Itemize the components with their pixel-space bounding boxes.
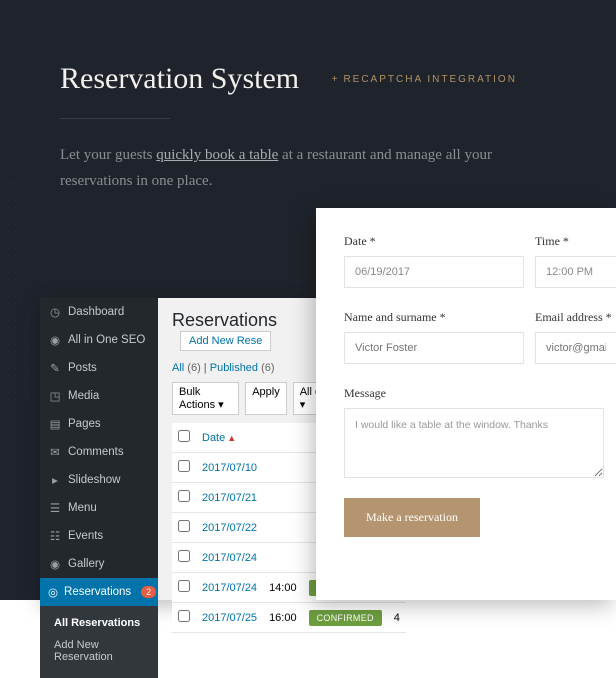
message-label: Message	[344, 386, 604, 401]
submit-button[interactable]: Make a reservation	[344, 498, 480, 537]
message-input[interactable]: I would like a table at the window. Than…	[344, 408, 604, 478]
wp-admin-panel: ◷ Dashboard ◉ All in One SEO ✎ Posts ◳ Media ▤ Pa…	[40, 298, 330, 600]
menu-icon: ☰	[48, 501, 62, 515]
filter-bar: All (6) | Published (6)	[172, 362, 330, 374]
sidebar-sub-all-reservations[interactable]: All Reservations	[40, 612, 158, 634]
media-icon: ◳	[48, 389, 62, 403]
sidebar-item-reservations[interactable]: ◎ Reservations 2	[40, 578, 158, 606]
sidebar-item-label: Pages	[68, 418, 101, 430]
name-input[interactable]	[344, 332, 524, 364]
sidebar-item-media[interactable]: ◳ Media	[40, 382, 158, 410]
name-label: Name and surname *	[344, 310, 524, 325]
row-time	[263, 513, 303, 543]
sidebar-item-label: Menu	[68, 502, 97, 514]
sidebar-badge: 2	[141, 586, 156, 598]
page-title: Reservations	[172, 310, 277, 331]
row-checkbox[interactable]	[178, 580, 190, 592]
row-time: 16:00	[263, 603, 303, 633]
row-num: 4	[388, 603, 406, 633]
select-all-checkbox[interactable]	[178, 430, 190, 442]
gallery-icon: ◉	[48, 557, 62, 571]
row-time	[263, 483, 303, 513]
hero-divider	[60, 118, 170, 119]
sidebar-item-menu[interactable]: ☰ Menu	[40, 494, 158, 522]
time-input[interactable]	[535, 256, 616, 288]
sidebar-item-dashboard[interactable]: ◷ Dashboard	[40, 298, 158, 326]
seo-icon: ◉	[48, 333, 62, 347]
sidebar-item-label: Comments	[68, 446, 124, 458]
sidebar-item-label: Reservations	[64, 586, 131, 598]
sidebar-item-all-in-one-seo[interactable]: ◉ All in One SEO	[40, 326, 158, 354]
table-row: 2017/07/25 16:00 CONFIRMED 4	[172, 603, 406, 633]
dashboard-icon: ◷	[48, 305, 62, 319]
row-time: 14:00	[263, 573, 303, 603]
filter-all[interactable]: All	[172, 362, 184, 374]
sidebar-item-label: Posts	[68, 362, 97, 374]
sidebar-item-gallery[interactable]: ◉ Gallery	[40, 550, 158, 578]
slideshow-icon: ▸	[48, 473, 62, 487]
status-badge: CONFIRMED	[309, 610, 382, 626]
row-date-link[interactable]: 2017/07/22	[202, 522, 257, 534]
row-time	[263, 543, 303, 573]
apply-button[interactable]: Apply	[245, 382, 287, 415]
hero-subtitle: Let your guests quickly book a table at …	[60, 143, 556, 194]
reservations-icon: ◎	[48, 585, 58, 599]
wp-content: Reservations Add New Rese All (6) | Publ…	[158, 298, 330, 600]
sidebar-item-label: Slideshow	[68, 474, 120, 486]
sidebar-item-label: Media	[68, 390, 99, 402]
row-date-link[interactable]: 2017/07/24	[202, 582, 257, 594]
email-input[interactable]	[535, 332, 616, 364]
time-label: Time *	[535, 234, 616, 249]
posts-icon: ✎	[48, 361, 62, 375]
filter-published[interactable]: Published	[210, 362, 258, 374]
comments-icon: ✉	[48, 445, 62, 459]
reservation-form: Date * Name and surname * Message I woul…	[316, 208, 616, 600]
sidebar-item-pages[interactable]: ▤ Pages	[40, 410, 158, 438]
row-date-link[interactable]: 2017/07/10	[202, 462, 257, 474]
wp-sidebar: ◷ Dashboard ◉ All in One SEO ✎ Posts ◳ Media ▤ Pa…	[40, 298, 158, 600]
row-checkbox[interactable]	[178, 520, 190, 532]
add-new-button[interactable]: Add New Rese	[180, 331, 271, 351]
row-checkbox[interactable]	[178, 550, 190, 562]
sidebar-item-label: Gallery	[68, 558, 104, 570]
row-checkbox[interactable]	[178, 490, 190, 502]
sidebar-item-label: Dashboard	[68, 306, 124, 318]
email-label: Email address *	[535, 310, 616, 325]
sidebar-item-events[interactable]: ☷ Events	[40, 522, 158, 550]
row-checkbox[interactable]	[178, 610, 190, 622]
row-date-link[interactable]: 2017/07/24	[202, 552, 257, 564]
hero-title: Reservation System	[60, 62, 299, 96]
row-date-link[interactable]: 2017/07/21	[202, 492, 257, 504]
events-icon: ☷	[48, 529, 62, 543]
row-time	[263, 453, 303, 483]
sidebar-item-comments[interactable]: ✉ Comments	[40, 438, 158, 466]
date-input[interactable]	[344, 256, 524, 288]
pages-icon: ▤	[48, 417, 62, 431]
sidebar-submenu: All ReservationsAdd New Reservation	[40, 606, 158, 678]
col-date[interactable]: Date▲	[196, 423, 263, 453]
row-date-link[interactable]: 2017/07/25	[202, 612, 257, 624]
date-label: Date *	[344, 234, 524, 249]
sort-asc-icon: ▲	[227, 433, 236, 443]
bulk-actions-select[interactable]: Bulk Actions	[172, 382, 239, 415]
sidebar-item-label: All in One SEO	[68, 334, 145, 346]
recaptcha-badge: +RECAPTCHA INTEGRATION	[332, 74, 517, 85]
sidebar-item-posts[interactable]: ✎ Posts	[40, 354, 158, 382]
sidebar-item-slideshow[interactable]: ▸ Slideshow	[40, 466, 158, 494]
sidebar-sub-add-new-reservation[interactable]: Add New Reservation	[40, 634, 158, 668]
sidebar-item-label: Events	[68, 530, 103, 542]
row-checkbox[interactable]	[178, 460, 190, 472]
decorative-dots	[0, 180, 30, 400]
